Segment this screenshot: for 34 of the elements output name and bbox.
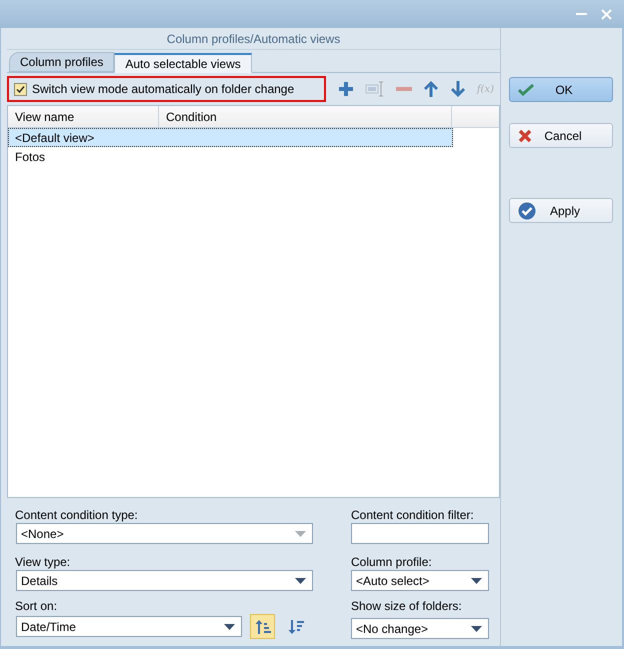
field-label: Content condition type: [15,507,139,523]
close-icon[interactable] [601,8,612,20]
cancel-button[interactable]: Cancel [509,123,613,148]
up-arrow-icon[interactable] [422,81,439,97]
down-arrow-icon[interactable] [450,81,466,97]
input-field[interactable] [351,523,489,544]
table-row[interactable]: Fotos [8,147,453,166]
ok-button[interactable]: OK [509,77,613,102]
apply-button[interactable]: Apply [509,198,613,223]
dropdown[interactable]: Details [16,570,313,591]
check-circle-icon [518,202,536,220]
tab[interactable]: Column profiles [9,52,114,72]
field-label: Column profile: [351,554,433,570]
field-label: Show size of folders: [351,598,463,614]
field-label: View type: [15,554,72,570]
checkmark-icon [518,84,534,96]
dropdown[interactable]: <No change> [351,618,489,639]
column-header[interactable]: View name [8,106,159,127]
dropdown[interactable]: Date/Time [16,616,242,637]
sort-ascending-icon [254,618,270,634]
table-row[interactable]: <Default view> [8,128,453,147]
plus-icon[interactable] [338,81,354,97]
auto-switch-checkbox[interactable]: Switch view mode automatically on folder change [7,76,326,102]
checkbox[interactable] [14,82,27,96]
panel-title: Column profiles/Automatic views [7,28,500,50]
dropdown[interactable]: <Auto select> [351,570,489,591]
column-header[interactable]: Condition [159,106,452,127]
field-label: Content condition filter: [351,507,475,523]
cross-icon [518,128,532,142]
sort-descending-icon [288,618,304,634]
check-icon [16,84,25,94]
field-label: Sort on: [15,598,58,614]
tab[interactable]: Auto selectable views [114,53,252,73]
sort-ascending-button[interactable] [250,614,275,639]
